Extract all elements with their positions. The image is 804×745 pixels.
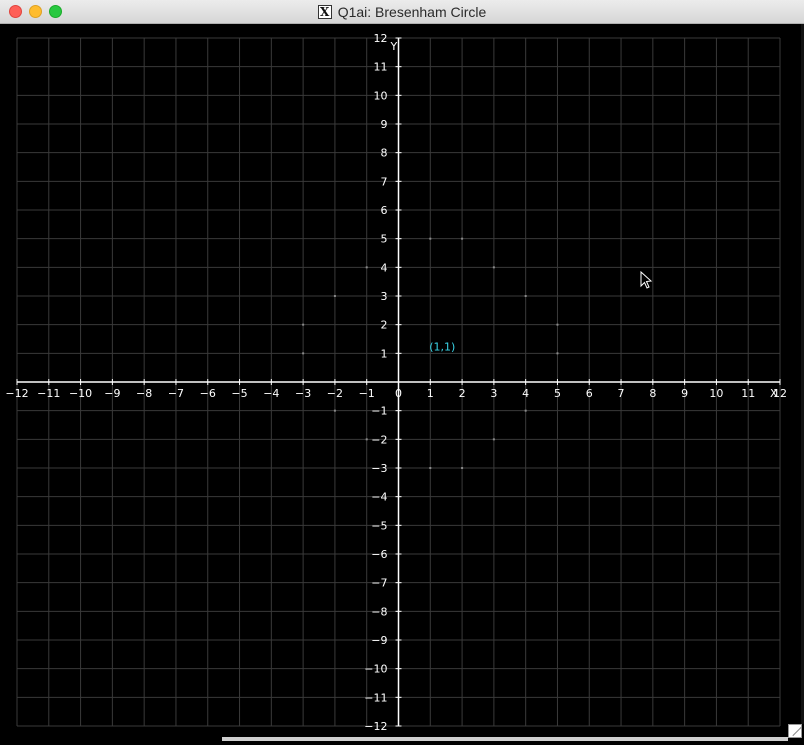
y-tick-label: 6 (381, 204, 388, 217)
circle-point (365, 438, 368, 441)
resize-grip-icon[interactable] (788, 724, 802, 738)
y-tick-label: 2 (381, 319, 388, 332)
center-label: (1,1) (429, 340, 455, 353)
y-tick-label: −10 (364, 663, 387, 676)
x-tick-label: 0 (395, 387, 402, 400)
x-tick-label: 7 (618, 387, 625, 400)
circle-point (524, 409, 527, 412)
y-tick-label: −8 (371, 605, 387, 618)
y-tick-label: −9 (371, 634, 387, 647)
y-tick-label: 9 (381, 118, 388, 131)
x-tick-label: −4 (263, 387, 279, 400)
x-tick-label: 6 (586, 387, 593, 400)
y-tick-label: 1 (381, 347, 388, 360)
x11-icon: X (317, 5, 332, 19)
circle-point (333, 295, 336, 297)
y-tick-label: 8 (381, 147, 388, 160)
circle-point (524, 295, 527, 297)
circle-point (492, 438, 495, 441)
y-tick-label: 10 (374, 89, 388, 102)
circle-point (429, 237, 432, 240)
x-tick-label: −7 (168, 387, 184, 400)
y-tick-label: 5 (381, 233, 388, 246)
y-tick-label: 7 (381, 175, 388, 188)
y-tick-label: −6 (371, 548, 387, 561)
window-title: Q1ai: Bresenham Circle (337, 4, 487, 20)
x-tick-label: 4 (522, 387, 529, 400)
y-tick-label: −1 (371, 405, 387, 418)
x-tick-label: −5 (231, 387, 247, 400)
y-axis-label: Y (390, 40, 398, 53)
y-tick-label: −4 (371, 491, 387, 504)
x-tick-label: −11 (37, 387, 60, 400)
x-tick-label: −2 (327, 387, 343, 400)
x-tick-label: −3 (295, 387, 311, 400)
x-tick-label: 5 (554, 387, 561, 400)
circle-point (333, 409, 336, 412)
y-tick-label: −7 (371, 577, 387, 590)
x-tick-label: 1 (427, 387, 434, 400)
x-tick-label: −9 (104, 387, 120, 400)
circle-point (302, 323, 305, 326)
y-tick-label: −2 (371, 433, 387, 446)
circle-point (556, 352, 559, 355)
circle-point (492, 266, 495, 269)
x-tick-label: 11 (741, 387, 755, 400)
mouse-cursor-icon (640, 270, 653, 289)
y-tick-label: 3 (381, 290, 388, 303)
circle-point (302, 352, 305, 355)
y-tick-label: −5 (371, 519, 387, 532)
x-axis-label: X (770, 387, 778, 400)
x-tick-label: −12 (5, 387, 28, 400)
circle-point (461, 237, 464, 240)
circle-point (365, 266, 368, 269)
y-tick-label: −11 (364, 691, 387, 704)
circle-point (556, 323, 559, 326)
title-wrap: X Q1ai: Bresenham Circle (0, 0, 804, 24)
x-tick-label: −10 (69, 387, 92, 400)
y-tick-label: 12 (374, 32, 388, 45)
y-tick-label: −3 (371, 462, 387, 475)
x-tick-label: −6 (200, 387, 216, 400)
horizontal-scrollbar[interactable] (222, 737, 788, 741)
app-window: X Q1ai: Bresenham Circle −12 −11 −10 −9 −8 −7… (0, 0, 804, 741)
circle-point (461, 467, 464, 469)
x-tick-label: 8 (649, 387, 656, 400)
y-tick-label: 11 (374, 61, 388, 74)
plot-svg: −12 −11 −10 −9 −8 −7 −6 −5 −4 −3 −2 −1 0 1 2 3 4 5 6 7 8 9 10 1… (5, 32, 787, 733)
x-tick-label: 9 (681, 387, 688, 400)
x-tick-label: 3 (490, 387, 497, 400)
title-bar[interactable]: X Q1ai: Bresenham Circle (0, 0, 804, 24)
x-tick-label: −8 (136, 387, 152, 400)
drawing-canvas[interactable]: −12 −11 −10 −9 −8 −7 −6 −5 −4 −3 −2 −1 0 1 2 3 4 5 6 7 8 9 10 1… (0, 24, 804, 741)
x-tick-label: 10 (709, 387, 723, 400)
x-tick-label: −1 (359, 387, 375, 400)
y-tick-label: 4 (381, 261, 388, 274)
x-tick-label: 2 (459, 387, 466, 400)
y-tick-label: −12 (364, 720, 387, 733)
circle-point (429, 467, 432, 469)
